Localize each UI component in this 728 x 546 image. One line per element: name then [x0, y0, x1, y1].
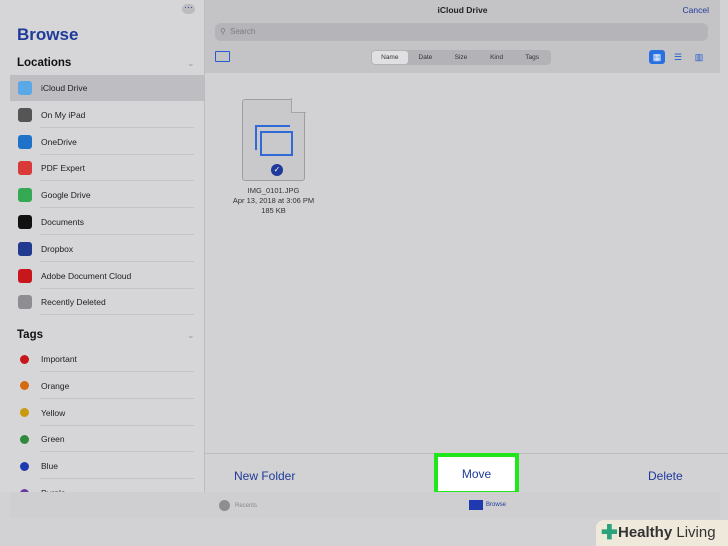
chevron-down-icon[interactable]: ⌄	[187, 330, 195, 341]
tag-label: Important	[41, 354, 77, 364]
tag-item-blue[interactable]: Blue	[10, 453, 204, 480]
more-options-button[interactable]: ···	[182, 3, 195, 14]
tag-color-dot-icon	[20, 381, 29, 391]
documents-icon	[18, 215, 32, 229]
google-drive-icon	[18, 188, 32, 203]
header: iCloud Drive Cancel ⚲ Search Name Date Si…	[205, 0, 720, 73]
sidebar-item-label: Google Drive	[41, 190, 91, 201]
sort-name[interactable]: Name	[372, 51, 408, 64]
column-view-icon[interactable]: ▥	[691, 50, 707, 64]
sort-kind[interactable]: Kind	[479, 51, 515, 64]
dropbox-icon	[18, 241, 32, 256]
divider	[40, 314, 194, 316]
file-meta: IMG_0101.JPG Apr 13, 2018 at 3:06 PM 185…	[215, 186, 332, 216]
sidebar-item-onedrive[interactable]: OneDrive	[10, 129, 204, 155]
new-folder-icon[interactable]	[215, 51, 230, 62]
tab-recents[interactable]: Recents	[219, 500, 257, 511]
tag-color-dot-icon	[20, 461, 29, 471]
sidebar-item-adobe-document-cloud[interactable]: Adobe Document Cloud	[10, 263, 204, 289]
sidebar-item-label: Recently Deleted	[41, 297, 106, 308]
tag-item-important[interactable]: Important	[10, 346, 204, 372]
sidebar: ··· Browse Locations ⌄ iCloud Drive On My…	[0, 0, 205, 492]
sidebar-item-label: On My iPad	[41, 109, 86, 120]
tag-item-orange[interactable]: Orange	[10, 373, 204, 399]
sidebar-item-label: OneDrive	[41, 136, 77, 147]
sidebar-item-dropbox[interactable]: Dropbox	[10, 236, 204, 262]
tag-item-yellow[interactable]: Yellow	[10, 400, 204, 426]
file-date: Apr 13, 2018 at 3:06 PM	[232, 196, 315, 205]
ipad-icon	[18, 107, 32, 122]
image-icon-front	[260, 131, 293, 156]
clock-icon	[219, 500, 230, 511]
sidebar-item-documents[interactable]: Documents	[10, 209, 204, 235]
sidebar-item-google-drive[interactable]: Google Drive	[10, 182, 204, 209]
adobe-icon	[18, 268, 32, 283]
icloud-icon	[18, 81, 32, 95]
watermark-logo: ✚ Healthy Living	[596, 520, 728, 546]
browse-title: Browse	[17, 25, 79, 44]
sidebar-item-pdf-expert[interactable]: PDF Expert	[10, 155, 204, 182]
locations-header[interactable]: Locations	[17, 57, 71, 69]
checkmark-icon: ✓	[271, 164, 283, 176]
bottom-toolbar: New Folder Move Delete	[205, 453, 728, 495]
search-input[interactable]: ⚲ Search	[215, 23, 708, 41]
tag-color-dot-icon	[20, 434, 29, 444]
new-folder-button[interactable]: New Folder	[234, 469, 295, 483]
sidebar-item-label: Documents	[41, 217, 84, 227]
tab-recents-label: Recents	[235, 502, 258, 509]
tag-item-purple[interactable]: Purple	[10, 480, 204, 492]
file-name: IMG_0101.JPG	[247, 186, 300, 195]
sidebar-item-label: Dropbox	[41, 243, 74, 254]
sort-control: Name Date Size Kind Tags	[371, 50, 551, 65]
list-view-icon[interactable]: ☰	[670, 50, 686, 64]
tag-item-green[interactable]: Green	[10, 426, 204, 453]
tag-label: Orange	[41, 380, 70, 391]
tab-browse-label: Browse	[486, 502, 507, 508]
sidebar-item-label: PDF Expert	[41, 163, 85, 174]
sort-date[interactable]: Date	[408, 51, 444, 64]
tag-color-dot-icon	[20, 408, 29, 418]
tab-browse[interactable]: Browse	[469, 500, 506, 510]
tag-label: Blue	[41, 461, 59, 472]
trash-icon	[18, 295, 32, 310]
file-size: 185 KB	[261, 206, 286, 215]
tag-color-dot-icon	[20, 354, 29, 364]
search-icon: ⚲	[220, 27, 226, 36]
tab-bar: Recents Browse	[10, 492, 720, 518]
folder-icon	[469, 500, 483, 510]
file-thumbnail[interactable]: ✓	[242, 98, 306, 181]
cancel-button[interactable]: Cancel	[683, 5, 709, 15]
chevron-down-icon[interactable]: ⌄	[187, 58, 195, 69]
grid-view-icon[interactable]: ▦	[649, 50, 665, 64]
sidebar-item-label: Adobe Document Cloud	[41, 270, 132, 281]
onedrive-icon	[18, 134, 32, 149]
sidebar-item-icloud-drive[interactable]: iCloud Drive	[10, 75, 204, 101]
sidebar-item-recently-deleted[interactable]: Recently Deleted	[10, 289, 204, 316]
tags-header[interactable]: Tags	[17, 329, 43, 341]
sidebar-item-on-my-ipad[interactable]: On My iPad	[10, 102, 204, 128]
sort-tags[interactable]: Tags	[514, 51, 550, 64]
pdf-expert-icon	[18, 161, 32, 176]
delete-button[interactable]: Delete	[648, 469, 683, 483]
tag-label: Yellow	[41, 407, 66, 418]
move-button[interactable]: Move	[434, 453, 519, 495]
sidebar-item-label: iCloud Drive	[41, 83, 88, 93]
page-fold	[291, 98, 306, 113]
folder-title: iCloud Drive	[437, 5, 488, 15]
search-placeholder: Search	[230, 27, 256, 36]
sort-size[interactable]: Size	[443, 51, 479, 64]
tag-label: Green	[41, 434, 65, 445]
